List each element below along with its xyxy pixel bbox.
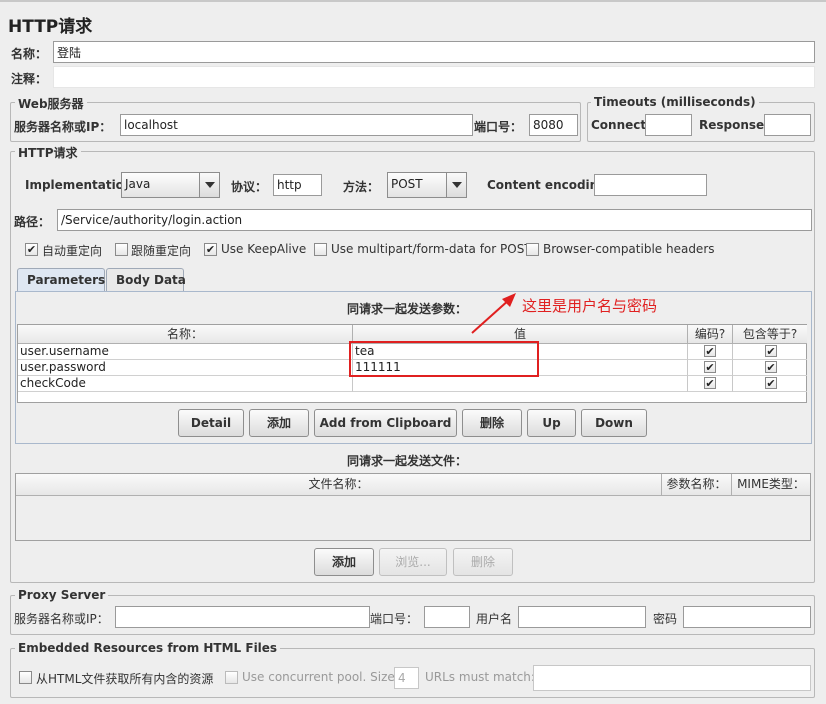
- chevron-down-icon[interactable]: [199, 173, 219, 197]
- name-input[interactable]: [53, 41, 815, 63]
- encoding-input[interactable]: [594, 174, 707, 196]
- urls-match-label: URLs must match:: [425, 670, 535, 684]
- proxy-port-label: 端口号：: [370, 612, 419, 626]
- page-title: HTTP请求: [8, 17, 93, 37]
- tab-body-data[interactable]: Body Data: [106, 268, 186, 292]
- path-input[interactable]: [57, 209, 812, 231]
- response-input[interactable]: [764, 114, 811, 136]
- include-equals-checkbox[interactable]: ✔: [765, 345, 777, 357]
- connect-label: Connect:: [591, 118, 651, 132]
- pool-size-input[interactable]: [394, 667, 419, 689]
- response-label: Response:: [699, 118, 769, 132]
- proxy-password-input[interactable]: [683, 606, 811, 628]
- param-encode-cell[interactable]: ✔: [688, 344, 733, 360]
- files-table: 文件名称： 参数名称： MIME类型：: [15, 473, 811, 541]
- param-value-cell[interactable]: [353, 376, 688, 392]
- multipart-label: Use multipart/form-data for POST: [331, 242, 532, 256]
- add-file-button[interactable]: 添加: [314, 548, 374, 576]
- detail-button[interactable]: Detail: [178, 409, 244, 437]
- fetch-resources-label: 从HTML文件获取所有内含的资源: [36, 672, 214, 686]
- fetch-resources-checkbox[interactable]: [19, 671, 32, 684]
- protocol-input[interactable]: [273, 174, 322, 196]
- params-header-name[interactable]: 名称：: [18, 325, 353, 344]
- params-caption: 同请求一起发送参数：: [347, 302, 468, 316]
- param-encode-cell[interactable]: ✔: [688, 376, 733, 392]
- proxy-legend: Proxy Server: [15, 588, 109, 602]
- keepalive-checkbox[interactable]: ✔: [204, 243, 217, 256]
- proxy-password-label: 密码: [653, 612, 678, 626]
- up-button[interactable]: Up: [527, 409, 576, 437]
- auto-redirect-checkbox[interactable]: ✔: [25, 243, 38, 256]
- top-border: [0, 0, 826, 2]
- connect-input[interactable]: [645, 114, 692, 136]
- files-header-filename[interactable]: 文件名称：: [16, 474, 662, 496]
- method-select[interactable]: POST: [387, 172, 467, 198]
- server-label: 服务器名称或IP：: [14, 120, 112, 134]
- multipart-checkbox[interactable]: [314, 243, 327, 256]
- param-name-cell[interactable]: checkCode: [18, 376, 353, 392]
- implementation-select[interactable]: Java: [121, 172, 220, 198]
- proxy-server-label: 服务器名称或IP：: [14, 612, 109, 626]
- web-server-legend: Web服务器: [15, 95, 87, 112]
- follow-redirect-label: 跟随重定向: [131, 244, 192, 258]
- delete-param-button[interactable]: 删除: [462, 409, 522, 437]
- files-header-mime-type[interactable]: MIME类型：: [732, 474, 810, 496]
- annotation-highlight-box: [349, 341, 539, 377]
- http-request-legend: HTTP请求: [15, 144, 81, 161]
- param-equals-cell[interactable]: ✔: [733, 344, 807, 360]
- param-name-cell[interactable]: user.username: [18, 344, 353, 360]
- tab-parameters[interactable]: Parameters: [17, 268, 105, 292]
- annotation-arrow-icon: [471, 293, 516, 334]
- embedded-legend: Embedded Resources from HTML Files: [15, 641, 281, 655]
- param-encode-cell[interactable]: ✔: [688, 360, 733, 376]
- include-equals-checkbox[interactable]: ✔: [765, 361, 777, 373]
- browse-button[interactable]: 浏览...: [379, 548, 447, 576]
- comment-input[interactable]: [53, 66, 815, 88]
- server-input[interactable]: [120, 114, 473, 136]
- implementation-value: Java: [125, 177, 151, 191]
- encode-checkbox[interactable]: ✔: [704, 345, 716, 357]
- proxy-server-input[interactable]: [115, 606, 370, 628]
- encoding-label: Content encoding:: [487, 178, 612, 192]
- param-name-cell[interactable]: user.password: [18, 360, 353, 376]
- proxy-port-input[interactable]: [424, 606, 470, 628]
- files-header-param-name[interactable]: 参数名称：: [662, 474, 732, 496]
- include-equals-checkbox[interactable]: ✔: [765, 377, 777, 389]
- port-label: 端口号：: [474, 120, 523, 134]
- name-label: 名称：: [11, 47, 48, 61]
- annotation-text: 这里是用户名与密码: [522, 297, 658, 315]
- param-equals-cell[interactable]: ✔: [733, 360, 807, 376]
- proxy-user-input[interactable]: [518, 606, 646, 628]
- path-label: 路径：: [14, 215, 51, 229]
- auto-redirect-label: 自动重定向: [42, 244, 103, 258]
- params-header-include-equals[interactable]: 包含等于?: [733, 325, 807, 344]
- proxy-user-label: 用户名: [476, 612, 513, 626]
- files-caption: 同请求一起发送文件：: [347, 454, 468, 468]
- encode-checkbox[interactable]: ✔: [704, 377, 716, 389]
- method-label: 方法：: [343, 180, 380, 194]
- params-header-encode[interactable]: 编码?: [688, 325, 733, 344]
- method-value: POST: [391, 177, 423, 191]
- add-param-button[interactable]: 添加: [249, 409, 309, 437]
- protocol-label: 协议：: [231, 180, 268, 194]
- concurrent-pool-checkbox[interactable]: [225, 671, 238, 684]
- timeouts-legend: Timeouts (milliseconds): [591, 95, 759, 109]
- delete-file-button[interactable]: 删除: [453, 548, 513, 576]
- chevron-down-icon[interactable]: [446, 173, 466, 197]
- browser-headers-checkbox[interactable]: [526, 243, 539, 256]
- encode-checkbox[interactable]: ✔: [704, 361, 716, 373]
- port-input[interactable]: [529, 114, 578, 136]
- down-button[interactable]: Down: [581, 409, 647, 437]
- keepalive-label: Use KeepAlive: [221, 242, 307, 256]
- param-equals-cell[interactable]: ✔: [733, 376, 807, 392]
- concurrent-pool-label: Use concurrent pool. Size:: [242, 670, 399, 684]
- urls-match-input[interactable]: [533, 665, 811, 691]
- follow-redirect-checkbox[interactable]: [115, 243, 128, 256]
- add-from-clipboard-button[interactable]: Add from Clipboard: [314, 409, 457, 437]
- browser-headers-label: Browser-compatible headers: [543, 242, 715, 256]
- comment-label: 注释：: [11, 72, 48, 86]
